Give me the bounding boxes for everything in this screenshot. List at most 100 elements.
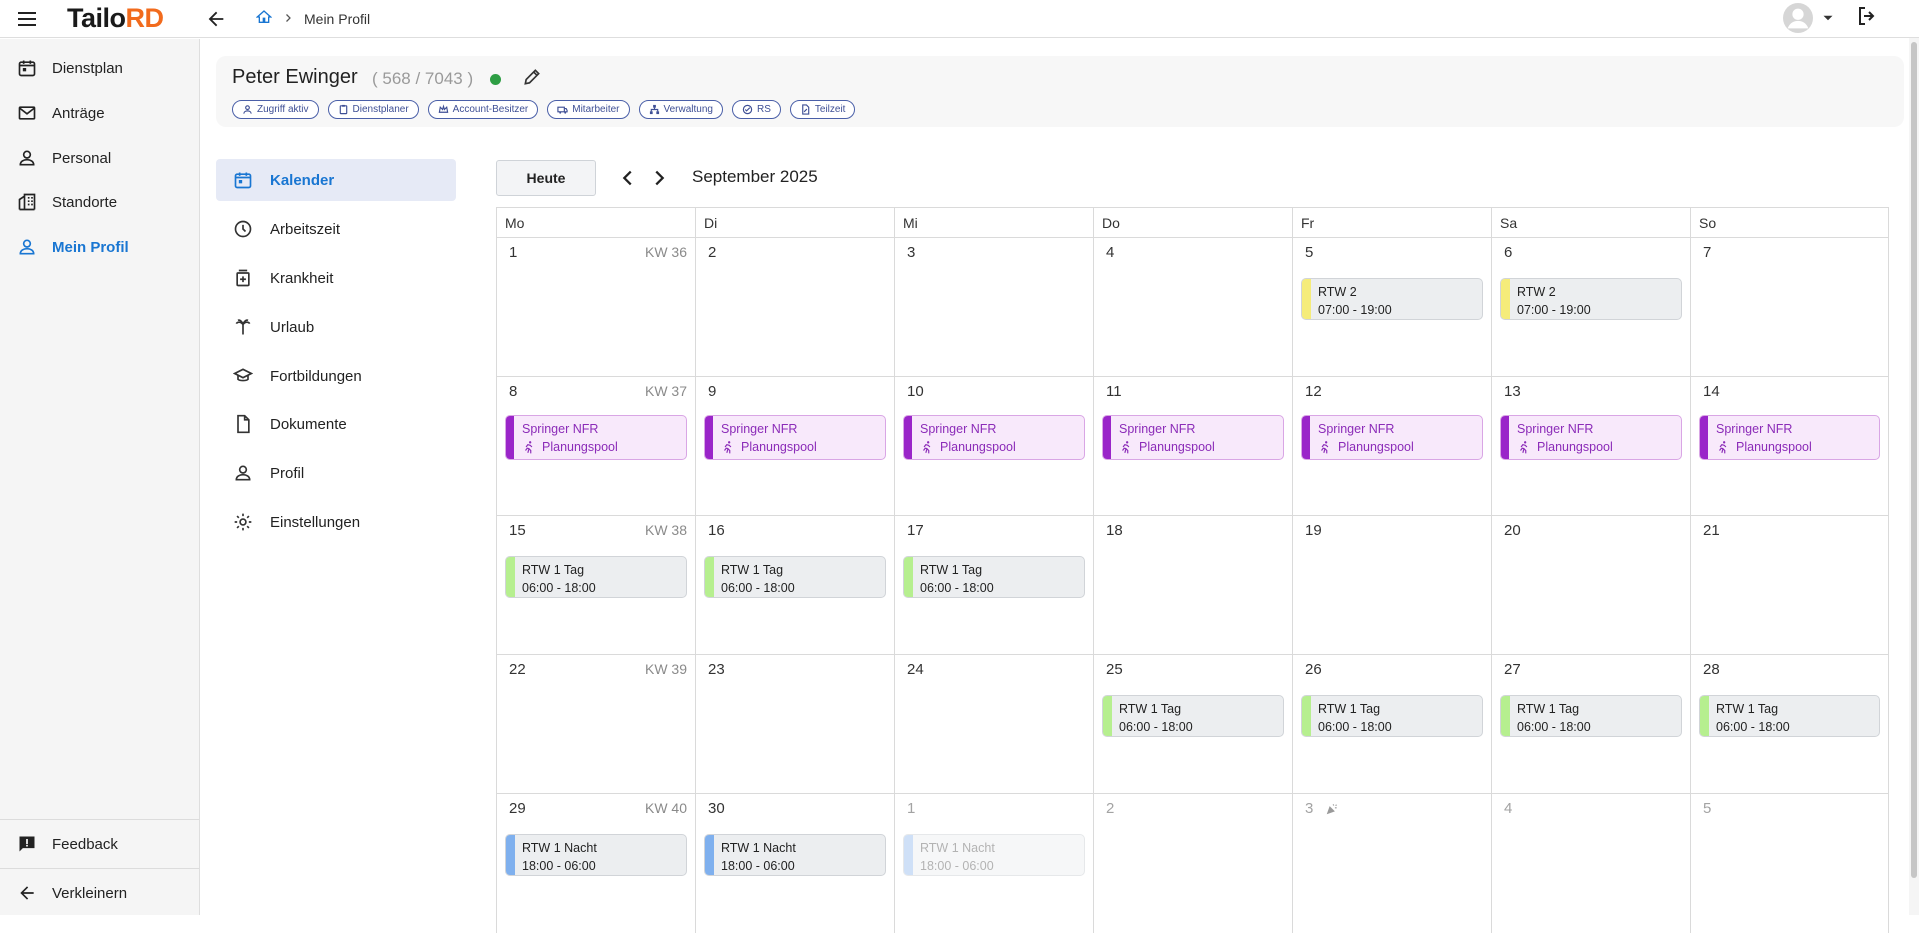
day-cell[interactable]: 6 RTW 2 07:00 - 19:00 [1491,237,1690,376]
mail-icon [16,102,38,124]
day-cell[interactable]: 26 RTW 1 Tag 06:00 - 18:00 [1292,654,1491,793]
sidebar-item-personal[interactable]: Personal [0,136,199,180]
day-cell[interactable]: 27 RTW 1 Tag 06:00 - 18:00 [1491,654,1690,793]
edit-pencil-icon[interactable] [522,67,544,89]
shift-title: RTW 2 [1517,285,1556,299]
day-cell[interactable]: 21 [1690,515,1889,654]
shift-event[interactable]: RTW 1 Tag 06:00 - 18:00 [1301,695,1483,737]
sidebar-item-dienstplan[interactable]: Dienstplan [0,46,199,90]
profile-nav-kalender[interactable]: Kalender [216,159,456,201]
day-cell[interactable]: 2 [1093,793,1292,933]
shift-pool: Planungspool [741,440,817,454]
shift-event[interactable]: RTW 1 Tag 06:00 - 18:00 [704,556,886,598]
day-cell[interactable]: 23 [695,654,894,793]
day-cell[interactable]: 5 [1690,793,1889,933]
profile-nav-arbeitszeit[interactable]: Arbeitszeit [216,208,456,250]
day-number: 27 [1504,661,1521,678]
sidebar-item-antraege[interactable]: Anträge [0,91,199,135]
profile-nav-label: Kalender [270,171,335,189]
shift-event-springer[interactable]: Springer NFR Planungspool [505,415,687,460]
shift-event[interactable]: RTW 1 Tag 06:00 - 18:00 [1699,695,1880,737]
day-cell[interactable]: 5 RTW 2 07:00 - 19:00 [1292,237,1491,376]
tag-label: Teilzeit [814,104,846,115]
app-logo[interactable]: TailoRD [67,3,164,34]
day-cell[interactable]: 7 [1690,237,1889,376]
next-month-icon[interactable] [648,167,670,189]
shift-event-springer[interactable]: Springer NFR Planungspool [1102,415,1284,460]
shift-event-springer[interactable]: Springer NFR Planungspool [1301,415,1483,460]
day-cell[interactable]: 14 Springer NFR Planungspool [1690,376,1889,515]
day-cell[interactable]: 13 Springer NFR Planungspool [1491,376,1690,515]
profile-nav-dokumente[interactable]: Dokumente [216,403,456,445]
shift-pool: Planungspool [1537,440,1613,454]
day-number: 5 [1703,800,1712,817]
shift-event[interactable]: RTW 1 Nacht 18:00 - 06:00 [704,834,886,876]
shift-event-springer[interactable]: Springer NFR Planungspool [704,415,886,460]
shift-title: Springer NFR [1517,422,1594,436]
day-cell[interactable]: 4 [1093,237,1292,376]
collapse-sidebar-button[interactable]: Verkleinern [0,871,199,915]
sidebar-item-standorte[interactable]: Standorte [0,180,199,224]
day-number: 9 [708,383,717,400]
day-cell[interactable]: 1 KW 36 [496,237,695,376]
day-cell[interactable]: 19 [1292,515,1491,654]
day-cell[interactable]: 2 [695,237,894,376]
day-cell[interactable]: 22 KW 39 [496,654,695,793]
day-cell[interactable]: 11 Springer NFR Planungspool [1093,376,1292,515]
logout-icon[interactable] [1855,4,1879,33]
day-cell[interactable]: 8 KW 37 Springer NFR Planungspool [496,376,695,515]
profile-nav-einstellungen[interactable]: Einstellungen [216,501,456,543]
hamburger-menu-icon[interactable] [16,8,38,30]
shift-time: 18:00 - 06:00 [522,859,596,873]
feedback-button[interactable]: Feedback [0,822,199,866]
collapse-label: Verkleinern [52,884,128,902]
day-cell[interactable]: 16 RTW 1 Tag 06:00 - 18:00 [695,515,894,654]
shift-title: Springer NFR [920,422,997,436]
scrollbar-thumb[interactable] [1911,42,1917,878]
day-cell[interactable]: 4 [1491,793,1690,933]
sidebar-item-mein-profil[interactable]: Mein Profil [0,225,199,269]
day-cell[interactable]: 29 KW 40 RTW 1 Nacht 18:00 - 06:00 [496,793,695,933]
day-cell[interactable]: 12 Springer NFR Planungspool [1292,376,1491,515]
day-cell[interactable]: 1 RTW 1 Nacht 18:00 - 06:00 [894,793,1093,933]
day-cell[interactable]: 10 Springer NFR Planungspool [894,376,1093,515]
day-cell[interactable]: 25 RTW 1 Tag 06:00 - 18:00 [1093,654,1292,793]
clipboard-icon [339,104,347,115]
shift-event[interactable]: RTW 2 07:00 - 19:00 [1301,278,1483,320]
back-arrow-icon[interactable] [204,8,228,30]
prev-month-icon[interactable] [617,167,639,189]
shift-event[interactable]: RTW 1 Tag 06:00 - 18:00 [505,556,687,598]
shift-event-springer[interactable]: Springer NFR Planungspool [1699,415,1880,460]
day-cell[interactable]: 3 [1292,793,1491,933]
day-cell[interactable]: 24 [894,654,1093,793]
caret-down-icon[interactable] [1819,9,1837,27]
shift-event-springer[interactable]: Springer NFR Planungspool [903,415,1085,460]
shift-event[interactable]: RTW 1 Nacht 18:00 - 06:00 [903,834,1085,876]
day-cell[interactable]: 9 Springer NFR Planungspool [695,376,894,515]
day-cell[interactable]: 20 [1491,515,1690,654]
profile-nav-urlaub[interactable]: Urlaub [216,306,456,348]
shift-event[interactable]: RTW 1 Nacht 18:00 - 06:00 [505,834,687,876]
shift-event[interactable]: RTW 1 Tag 06:00 - 18:00 [903,556,1085,598]
shift-event-springer[interactable]: Springer NFR Planungspool [1500,415,1682,460]
shift-event[interactable]: RTW 1 Tag 06:00 - 18:00 [1500,695,1682,737]
sidebar-item-label: Personal [52,149,112,167]
shift-event[interactable]: RTW 2 07:00 - 19:00 [1500,278,1682,320]
profile-nav-fortbildungen[interactable]: Fortbildungen [216,355,456,397]
day-cell[interactable]: 30 RTW 1 Nacht 18:00 - 06:00 [695,793,894,933]
runner-icon [1321,441,1329,454]
profile-nav-krankheit[interactable]: Krankheit [216,257,456,299]
avatar[interactable] [1783,3,1837,33]
day-number: 29 [509,800,526,817]
day-cell[interactable]: 3 [894,237,1093,376]
scrollbar[interactable] [1909,38,1919,915]
day-cell[interactable]: 28 RTW 1 Tag 06:00 - 18:00 [1690,654,1889,793]
shift-color-bar [1501,416,1509,459]
day-cell[interactable]: 18 [1093,515,1292,654]
shift-event[interactable]: RTW 1 Tag 06:00 - 18:00 [1102,695,1284,737]
day-cell[interactable]: 15 KW 38 RTW 1 Tag 06:00 - 18:00 [496,515,695,654]
profile-nav-profil[interactable]: Profil [216,452,456,494]
home-icon[interactable] [255,9,273,28]
today-button[interactable]: Heute [496,160,596,196]
day-cell[interactable]: 17 RTW 1 Tag 06:00 - 18:00 [894,515,1093,654]
